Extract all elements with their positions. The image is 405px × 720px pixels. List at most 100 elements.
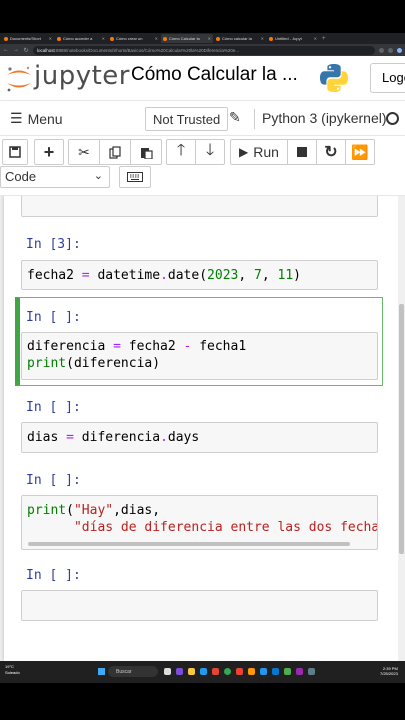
weather-widget[interactable]: 19°C Soleado [5,664,20,676]
close-icon[interactable]: ✕ [102,36,105,41]
jupyter-wordmark: jupyter [34,61,130,91]
chrome-icon[interactable] [224,668,231,675]
app-icon[interactable] [284,668,291,675]
browser-tab[interactable]: Cómo crear un ✕ [108,34,160,43]
paste-button[interactable] [130,139,162,165]
bookmark-icon[interactable] [388,47,393,53]
copy-button[interactable] [99,139,131,165]
close-icon[interactable]: ✕ [314,36,317,41]
file-explorer-icon[interactable] [188,668,195,675]
divider [254,109,255,129]
jupyter-favicon-icon [269,36,273,41]
extension-icon[interactable] [379,47,384,53]
weather-desc: Soleado [5,670,20,675]
restart-button[interactable]: ↻ [316,139,346,165]
windows-start-icon[interactable] [98,668,105,675]
hamburger-icon: ☰ [10,110,23,126]
copy-icon [108,145,121,159]
logout-button[interactable]: Logo [370,63,405,93]
notebook-area: In [3]: fecha2 = datetime.date(2023, 7, … [0,196,405,661]
system-clock[interactable]: 2:39 PM 7/25/2023 [380,666,398,676]
run-button[interactable]: ▶ Run [230,139,288,165]
address-bar: ← → ↻ localhost:8888/notebooks/Documents… [0,44,405,56]
insert-cell-button[interactable]: + [34,139,64,165]
pencil-icon[interactable]: ✎ [229,109,241,126]
task-view-icon[interactable] [164,668,171,675]
browser-tab[interactable]: Untitled - Jupyt ✕ [267,34,319,43]
cell-input-area[interactable] [21,196,378,217]
app-icon[interactable] [236,668,243,675]
app-icon[interactable] [308,668,315,675]
teams-icon[interactable] [176,668,183,675]
move-up-button[interactable]: 🡑 [166,139,196,165]
arrow-up-icon: 🡑 [176,141,186,159]
new-tab-icon[interactable]: + [322,36,326,42]
forward-icon[interactable]: → [13,47,19,53]
trust-button[interactable]: Not Trusted [145,107,229,131]
vscode-icon[interactable] [272,668,279,675]
cell-input-area[interactable]: print("Hay",dias, "días de diferencia en… [21,495,378,550]
browser-tab[interactable]: Cómo acceder a ✕ [55,34,107,43]
app-icon[interactable] [296,668,303,675]
cell-input-area[interactable]: diferencia = fecha2 - fecha1 print(difer… [21,332,378,380]
cell-input-area[interactable]: fecha2 = datetime.date(2023, 7, 11) [21,260,378,290]
profile-avatar-icon[interactable] [397,47,402,53]
kernel-name[interactable]: Python 3 (ipykernel) [262,110,387,126]
save-button[interactable] [2,139,28,165]
cell-input-area[interactable] [21,590,378,621]
url-path: :8888/notebooks/Documents/Shorts/Basicos… [54,47,240,53]
interrupt-button[interactable] [287,139,317,165]
tab-label: Cómo crear un [116,36,143,41]
keyboard-icon [127,172,143,182]
notebook-title[interactable]: Cómo Calcular la ... [131,64,298,86]
app-icon[interactable] [248,668,255,675]
tab-label: Cómo calcular la [222,36,252,41]
tab-label: Cómo acceder a [63,36,93,41]
cell-prompt: In [3]: [26,237,81,252]
app-icon[interactable] [260,668,267,675]
cell-type-value: Code [5,169,37,184]
python-logo-icon [320,64,348,92]
play-icon: ▶ [239,145,249,159]
tab-label: Cómo Calcular la [169,36,200,41]
paste-icon [140,147,153,159]
browser-tab-active[interactable]: Cómo Calcular la ✕ [161,34,213,43]
arrow-down-icon: 🡓 [205,141,215,159]
code-line: print("Hay",dias, [27,503,161,518]
run-label: Run [253,144,279,160]
close-icon[interactable]: ✕ [49,36,52,41]
cut-button[interactable]: ✂ [68,139,100,165]
browser-tab[interactable]: Documents/Short ✕ [2,34,54,43]
horizontal-scrollbar[interactable] [28,542,350,546]
browser-tab[interactable]: Cómo calcular la ✕ [214,34,266,43]
menu-bar: ☰ Menu Not Trusted ✎ Python 3 (ipykernel… [0,100,405,136]
close-icon[interactable]: ✕ [261,36,264,41]
menu-button[interactable]: ☰ Menu [10,110,63,127]
jupyter-favicon-icon [110,36,114,41]
jupyter-logo-icon[interactable] [4,64,34,94]
search-label: Buscar [116,669,132,675]
code-line: print(diferencia) [27,356,161,371]
menu-label: Menu [27,110,63,127]
edge-icon[interactable] [200,668,207,675]
command-palette-button[interactable] [119,166,151,188]
stop-icon [297,147,307,157]
fast-forward-icon: ⏩ [351,143,369,160]
url-field[interactable]: localhost:8888/notebooks/Documents/Short… [33,45,375,55]
code-line: fecha2 = datetime.date(2023, 7, 11) [27,268,301,283]
cell-type-select[interactable]: Code ⌄ [0,166,110,188]
restart-run-all-button[interactable]: ⏩ [345,139,375,165]
notebook-page: In [3]: fecha2 = datetime.date(2023, 7, … [4,196,398,661]
back-icon[interactable]: ← [3,47,9,53]
jupyter-favicon-icon [163,36,167,41]
close-icon[interactable]: ✕ [155,36,158,41]
move-down-button[interactable]: 🡓 [195,139,225,165]
close-icon[interactable]: ✕ [208,36,211,41]
cell-prompt: In [ ]: [26,400,81,415]
cell-input-area[interactable]: dias = diferencia.days [21,422,378,453]
reload-icon[interactable]: ↻ [23,47,29,54]
app-icon[interactable] [212,668,219,675]
taskbar-search[interactable]: Buscar [108,666,158,677]
cell-prompt: In [ ]: [26,568,81,583]
scrollbar-thumb[interactable] [399,304,404,554]
